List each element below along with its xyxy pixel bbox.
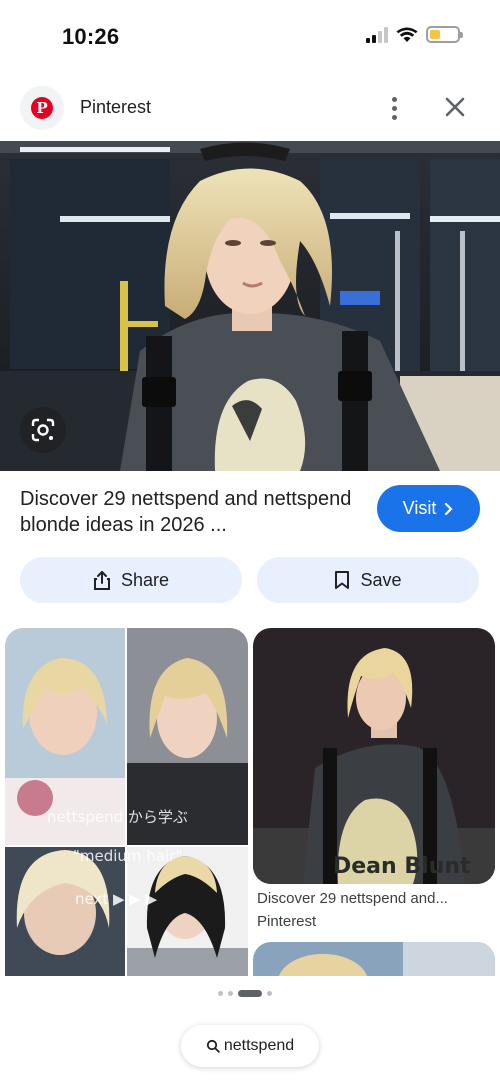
collage-caption-2: "medium hair" (73, 847, 182, 865)
related-image-card[interactable]: Dean Blunt (253, 628, 495, 884)
status-icons (366, 26, 463, 43)
visit-label: Visit (402, 498, 437, 518)
status-time: 10:26 (62, 24, 120, 49)
chevron-right-icon (445, 502, 453, 515)
collage-image: nettspend から学ぶ "medium hair" next ▶ ▶ ▶ (5, 628, 248, 978)
more-options-button[interactable] (380, 92, 408, 124)
status-bar: 10:26 (0, 0, 500, 72)
search-chip-label: nettspend (223, 1037, 295, 1054)
save-button[interactable]: Save (257, 557, 479, 603)
related-card-title[interactable]: Discover 29 nettspend and... (257, 890, 448, 907)
bookmark-icon (335, 571, 350, 589)
lens-search-icon (31, 418, 55, 442)
result-title[interactable]: Discover 29 nettspend and nettspend blon… (20, 486, 360, 538)
pinterest-logo-icon[interactable]: P (20, 86, 64, 130)
hero-image[interactable] (0, 141, 500, 471)
wifi-icon (396, 27, 418, 42)
related-card-source: Pinterest (257, 913, 317, 930)
save-label: Save (360, 569, 402, 590)
battery-icon (426, 26, 463, 43)
share-label: Share (120, 569, 170, 590)
search-chip[interactable]: nettspend (181, 1025, 319, 1067)
lens-search-button[interactable] (20, 407, 66, 453)
shirt-print-text: Dean Blunt (333, 854, 471, 879)
cellular-signal-icon (366, 26, 388, 43)
site-name[interactable]: Pinterest (80, 97, 151, 118)
search-icon (206, 1039, 220, 1053)
visit-button[interactable]: Visit (377, 485, 480, 532)
share-button[interactable]: Share (20, 557, 242, 603)
related-photo: Dean Blunt (253, 628, 495, 884)
pager-indicator (218, 990, 272, 997)
close-icon[interactable] (440, 92, 470, 122)
pinterest-logo-letter: P (31, 97, 53, 119)
hero-photo (0, 141, 500, 471)
related-image-card[interactable]: nettspend から学ぶ "medium hair" next ▶ ▶ ▶ (5, 628, 248, 978)
result-header: P Pinterest (0, 80, 500, 136)
collage-caption-3: next ▶ ▶ ▶ (75, 890, 158, 908)
collage-caption-1: nettspend から学ぶ (47, 808, 188, 826)
share-icon (93, 571, 110, 590)
